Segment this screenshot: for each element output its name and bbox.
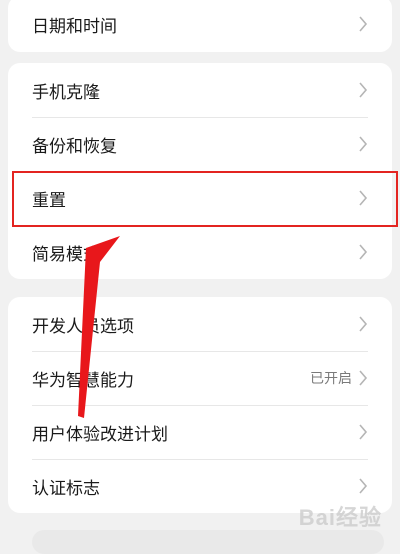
settings-row-label: 重置 bbox=[32, 190, 66, 211]
settings-row-date-time[interactable]: 日期和时间 bbox=[8, 0, 392, 52]
settings-card-3: 开发人员选项 华为智慧能力 已开启 用户体验改进计划 认证标志 bbox=[8, 297, 392, 513]
settings-row-label: 用户体验改进计划 bbox=[32, 424, 168, 445]
settings-row-huawei-ai[interactable]: 华为智慧能力 已开启 bbox=[8, 351, 392, 405]
chevron-right-icon bbox=[358, 244, 368, 260]
settings-row-label: 日期和时间 bbox=[32, 16, 117, 37]
settings-row-label: 备份和恢复 bbox=[32, 136, 117, 157]
settings-row-label: 认证标志 bbox=[32, 478, 100, 499]
baidu-jingyan-watermark: Bai经验 bbox=[298, 505, 382, 530]
settings-row-user-experience[interactable]: 用户体验改进计划 bbox=[8, 405, 392, 459]
bottom-partial-bar bbox=[32, 530, 384, 554]
chevron-right-icon bbox=[358, 190, 368, 206]
settings-row-label: 开发人员选项 bbox=[32, 316, 134, 337]
chevron-right-icon bbox=[358, 82, 368, 98]
settings-row-reset[interactable]: 重置 bbox=[8, 171, 392, 225]
settings-row-label: 手机克隆 bbox=[32, 82, 100, 103]
chevron-right-icon bbox=[358, 136, 368, 152]
settings-row-developer-options[interactable]: 开发人员选项 bbox=[8, 297, 392, 351]
settings-row-label: 简易模式 bbox=[32, 244, 100, 265]
chevron-right-icon bbox=[358, 16, 368, 32]
chevron-right-icon bbox=[358, 316, 368, 332]
settings-row-backup-restore[interactable]: 备份和恢复 bbox=[8, 117, 392, 171]
chevron-right-icon bbox=[358, 478, 368, 494]
settings-row-simple-mode[interactable]: 简易模式 bbox=[8, 225, 392, 279]
settings-card-2: 手机克隆 备份和恢复 重置 简易模式 bbox=[8, 63, 392, 279]
settings-card-1: 日期和时间 bbox=[8, 0, 392, 52]
settings-row-phone-clone[interactable]: 手机克隆 bbox=[8, 63, 392, 117]
chevron-right-icon bbox=[358, 370, 368, 386]
settings-row-status: 已开启 bbox=[310, 371, 352, 387]
chevron-right-icon bbox=[358, 424, 368, 440]
settings-row-label: 华为智慧能力 bbox=[32, 370, 134, 391]
